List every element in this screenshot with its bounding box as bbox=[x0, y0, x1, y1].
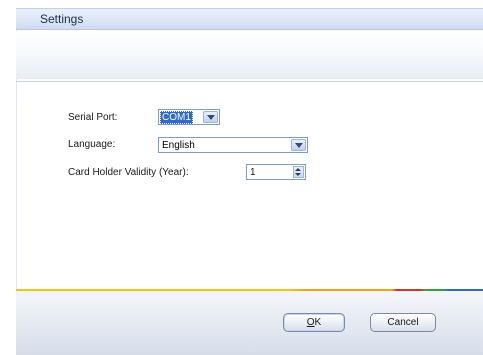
chevron-down-icon[interactable] bbox=[203, 111, 218, 123]
serial-port-label: Serial Port: bbox=[68, 112, 118, 123]
header-band bbox=[16, 31, 483, 79]
cancel-button-label: Cancel bbox=[387, 317, 419, 328]
header-divider bbox=[16, 81, 483, 82]
up-down-arrows-icon[interactable] bbox=[293, 166, 304, 178]
window-title: Settings bbox=[40, 12, 84, 26]
ok-button-label-rest: K bbox=[314, 317, 322, 328]
validity-label: Card Holder Validity (Year): bbox=[68, 167, 189, 178]
cancel-button[interactable]: Cancel bbox=[370, 313, 436, 332]
ok-button[interactable]: OK bbox=[283, 313, 345, 332]
settings-window: Settings Serial Port: COM1 Language: Eng… bbox=[0, 0, 483, 355]
language-value: English bbox=[162, 140, 195, 151]
serial-port-dropdown[interactable]: COM1 bbox=[158, 109, 220, 125]
validity-spinner[interactable]: 1 bbox=[246, 164, 306, 180]
validity-value: 1 bbox=[250, 167, 256, 178]
serial-port-value: COM1 bbox=[160, 111, 193, 124]
language-dropdown[interactable]: English bbox=[158, 137, 308, 153]
title-bar[interactable]: Settings bbox=[16, 8, 483, 30]
ok-button-mnemonic: O bbox=[306, 317, 315, 328]
chevron-down-icon[interactable] bbox=[291, 139, 306, 151]
language-label: Language: bbox=[68, 139, 116, 150]
spin-down-arrow-icon[interactable] bbox=[294, 172, 303, 177]
